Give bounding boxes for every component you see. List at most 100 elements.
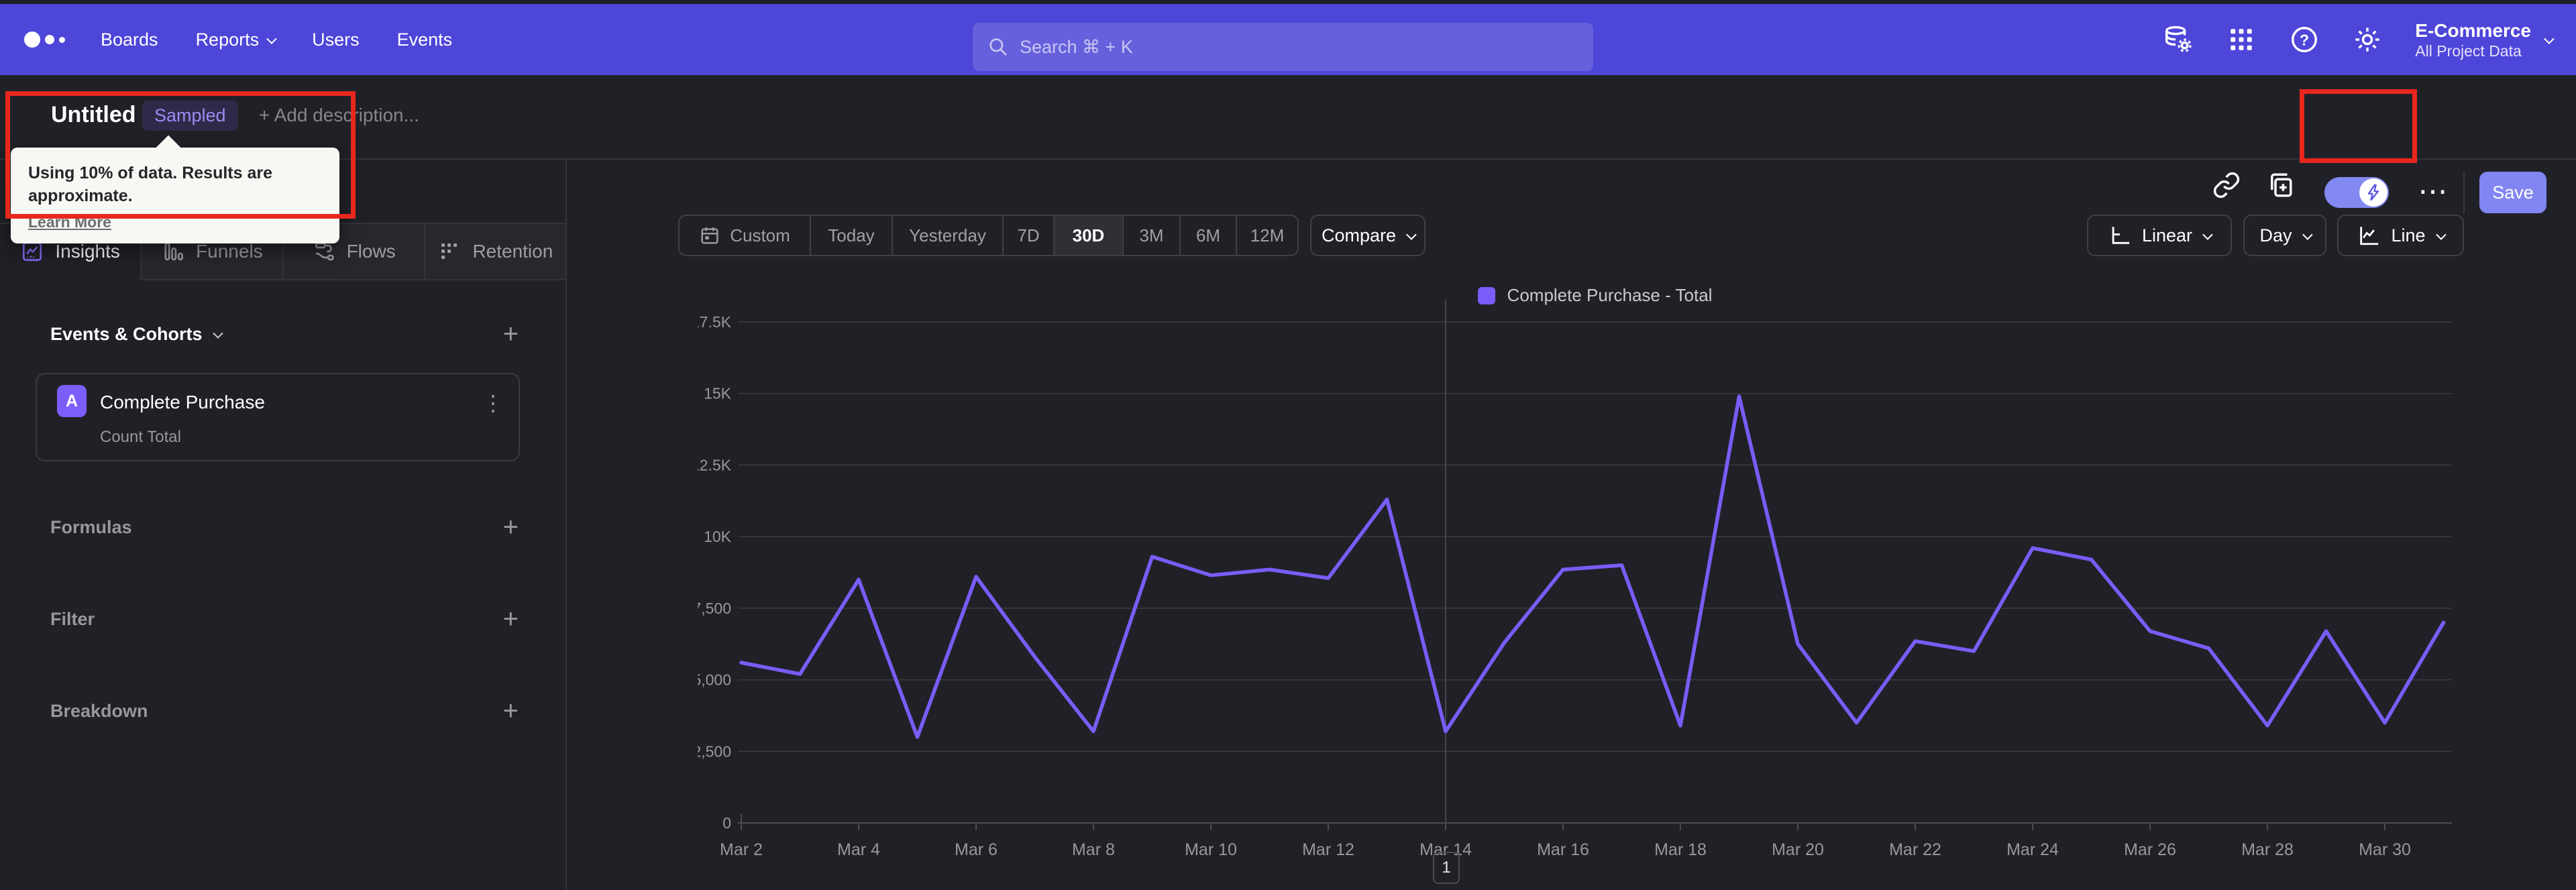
nav-right: ? E-Commerce All Project Data <box>2163 4 2576 75</box>
save-button[interactable]: Save <box>2479 172 2546 213</box>
report-title[interactable]: Untitled <box>51 102 136 128</box>
lightning-bolt-icon <box>2359 178 2387 207</box>
svg-text:0: 0 <box>722 814 731 832</box>
nav-item-users[interactable]: Users <box>312 30 360 50</box>
svg-text:10K: 10K <box>704 528 732 545</box>
svg-text:2,500: 2,500 <box>698 742 731 760</box>
event-metric[interactable]: Count Total <box>100 428 181 447</box>
linear-axis-icon <box>2108 224 2131 247</box>
nav-item-events[interactable]: Events <box>397 30 453 50</box>
svg-text:Mar 10: Mar 10 <box>1185 840 1237 859</box>
range-6m[interactable]: 6M <box>1181 216 1237 255</box>
interval-dropdown[interactable]: Day <box>2243 215 2326 256</box>
range-3m[interactable]: 3M <box>1124 216 1181 255</box>
header-divider <box>2463 173 2465 213</box>
chevron-down-icon <box>1406 229 1417 240</box>
sampled-badge[interactable]: Sampled <box>142 101 238 131</box>
range-30d[interactable]: 30D <box>1055 216 1124 255</box>
svg-text:Mar 30: Mar 30 <box>2359 840 2411 859</box>
learn-more-link[interactable]: Learn More <box>28 213 111 231</box>
help-icon[interactable]: ? <box>2289 24 2320 55</box>
line-chart-icon <box>2357 224 2380 247</box>
search-placeholder: Search ⌘ + K <box>1020 36 1133 57</box>
insights-report-page: Boards Reports Users Events Search ⌘ + K ? <box>0 0 2576 890</box>
event-card[interactable]: A Complete Purchase Count Total ⋮ <box>36 373 520 461</box>
chart-type-dropdown[interactable]: Line <box>2337 215 2464 256</box>
retention-icon <box>437 239 462 264</box>
add-to-board-icon[interactable] <box>2264 169 2296 201</box>
scale-dropdown[interactable]: Linear <box>2087 215 2232 256</box>
events-cohorts-label[interactable]: Events & Cohorts <box>50 324 223 345</box>
svg-text:Mar 16: Mar 16 <box>1537 840 1589 859</box>
query-builder-sidebar: Insights Funnels Flows Retention Events & C… <box>0 160 566 890</box>
svg-text:Mar 12: Mar 12 <box>1302 840 1354 859</box>
chevron-down-icon <box>2435 229 2447 240</box>
svg-text:?: ? <box>2300 32 2309 49</box>
compare-button[interactable]: Compare <box>1310 215 1426 256</box>
chevron-down-icon <box>266 33 277 44</box>
svg-text:Mar 4: Mar 4 <box>837 840 880 859</box>
range-yesterday[interactable]: Yesterday <box>893 216 1004 255</box>
section-label: Filter <box>50 608 95 629</box>
project-name: E-Commerce <box>2415 19 2531 41</box>
event-series-badge: A <box>57 385 87 417</box>
mixpanel-logo-icon[interactable] <box>24 4 65 75</box>
pagination-page-1[interactable]: 1 <box>1433 852 1460 884</box>
section-label: Breakdown <box>50 700 148 721</box>
chevron-down-icon <box>2202 229 2213 240</box>
sampling-toggle[interactable] <box>2324 177 2389 208</box>
report-header: Untitled Sampled + Add description... ⋯ … <box>0 75 2576 213</box>
copy-link-icon[interactable] <box>2210 169 2243 201</box>
data-management-icon[interactable] <box>2163 24 2194 55</box>
svg-text:Mar 2: Mar 2 <box>720 840 763 859</box>
svg-text:Mar 8: Mar 8 <box>1072 840 1115 859</box>
svg-text:Mar 20: Mar 20 <box>1772 840 1824 859</box>
section-formulas: Formulas + <box>50 514 519 541</box>
search-icon <box>987 36 1009 58</box>
add-breakdown-button[interactable]: + <box>503 698 519 724</box>
tooltip-text: Using 10% of data. Results are approxima… <box>28 164 273 205</box>
line-chart[interactable]: 0 2,500 5,000 7,500 10K 12.5K 15K 17.5K Mar 2 Mar… <box>698 295 2496 890</box>
svg-text:17.5K: 17.5K <box>698 313 732 331</box>
tab-retention[interactable]: Retention <box>425 224 566 279</box>
apps-grid-icon[interactable] <box>2226 24 2257 55</box>
chevron-down-icon <box>2302 229 2313 240</box>
section-filter: Filter + <box>50 606 519 632</box>
add-formulas-button[interactable]: + <box>503 514 519 541</box>
svg-text:15K: 15K <box>704 385 732 402</box>
range-7d[interactable]: 7D <box>1004 216 1055 255</box>
nav-menu: Boards Reports Users Events <box>101 4 452 75</box>
calendar-icon <box>699 225 720 246</box>
sidebar-divider <box>566 160 567 890</box>
section-label: Formulas <box>50 516 132 537</box>
range-custom[interactable]: Custom <box>680 216 811 255</box>
event-menu-icon[interactable]: ⋮ <box>482 390 504 416</box>
range-12m[interactable]: 12M <box>1237 216 1297 255</box>
range-today[interactable]: Today <box>811 216 893 255</box>
add-description-button[interactable]: + Add description... <box>259 105 419 126</box>
nav-item-boards[interactable]: Boards <box>101 30 158 50</box>
svg-text:Mar 18: Mar 18 <box>1654 840 1707 859</box>
top-nav: Boards Reports Users Events Search ⌘ + K ? <box>0 4 2576 75</box>
add-event-button[interactable]: + <box>503 321 519 347</box>
svg-text:Mar 26: Mar 26 <box>2124 840 2176 859</box>
svg-text:Mar 6: Mar 6 <box>955 840 998 859</box>
search-input[interactable]: Search ⌘ + K <box>973 23 1593 71</box>
svg-text:7,500: 7,500 <box>698 600 731 617</box>
settings-gear-icon[interactable] <box>2352 24 2383 55</box>
event-name[interactable]: Complete Purchase <box>100 392 265 413</box>
section-breakdown: Breakdown + <box>50 698 519 724</box>
sampling-tooltip: Using 10% of data. Results are approxima… <box>11 148 339 243</box>
add-filter-button[interactable]: + <box>503 606 519 632</box>
svg-text:Mar 24: Mar 24 <box>2006 840 2059 859</box>
date-range-control: Custom Today Yesterday 7D 30D 3M 6M 12M <box>678 215 1299 256</box>
svg-text:12.5K: 12.5K <box>698 456 732 474</box>
svg-text:Mar 22: Mar 22 <box>1889 840 1941 859</box>
chevron-down-icon <box>212 327 223 339</box>
project-switcher[interactable]: E-Commerce All Project Data <box>2415 19 2555 61</box>
project-scope: All Project Data <box>2415 42 2522 60</box>
nav-item-reports[interactable]: Reports <box>196 30 277 50</box>
more-actions-button[interactable]: ⋯ <box>2414 168 2454 215</box>
svg-text:Mar 28: Mar 28 <box>2241 840 2294 859</box>
svg-text:5,000: 5,000 <box>698 671 731 689</box>
